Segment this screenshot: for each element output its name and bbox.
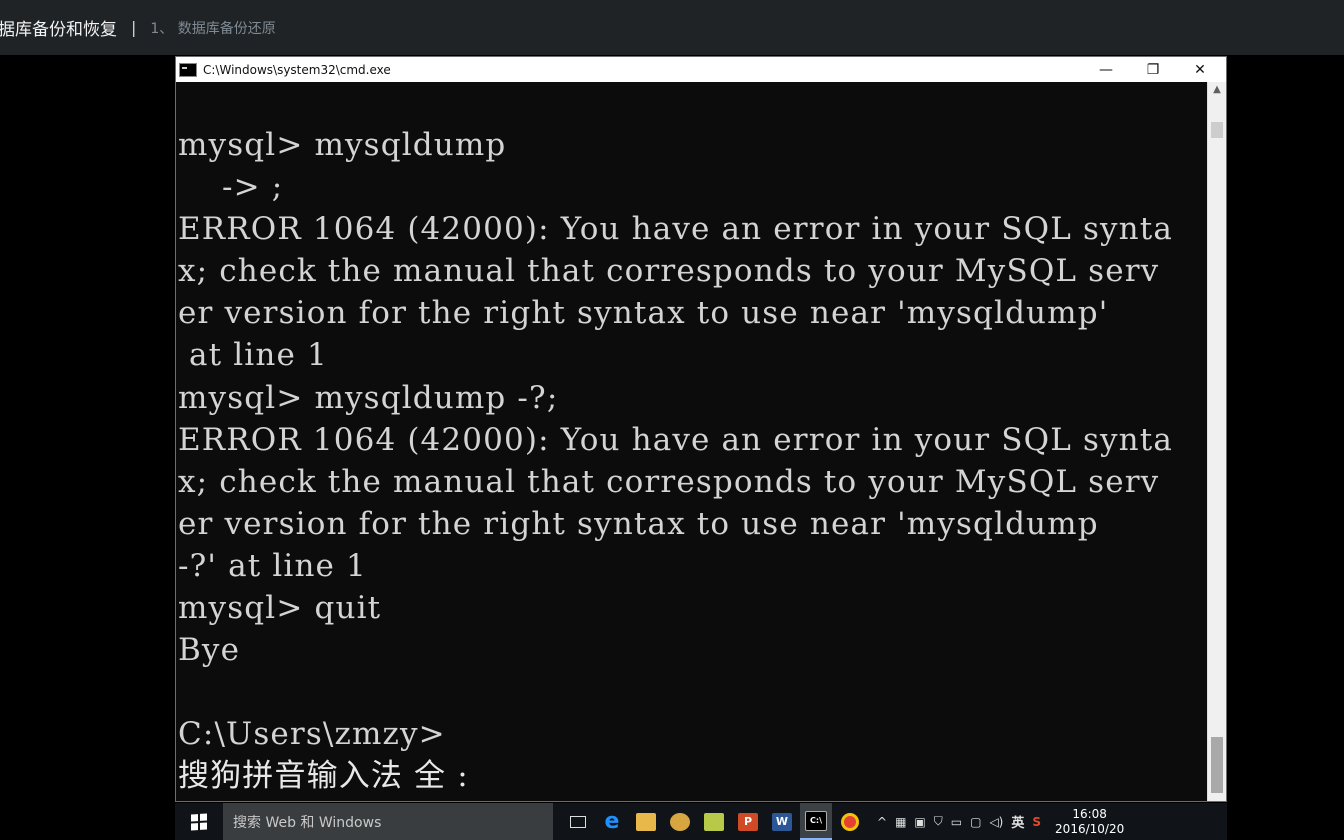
taskbar-apps: e P W C:\ [561, 803, 867, 840]
minimize-button[interactable]: — [1083, 57, 1129, 82]
ime-language-indicator[interactable]: 英 [1011, 812, 1024, 831]
console-line: ERROR 1064 (42000): You have an error in… [178, 211, 1174, 248]
battery-icon[interactable]: ▭ [951, 815, 962, 829]
tray-app-icon[interactable]: ▣ [914, 815, 925, 829]
volume-icon[interactable]: ◁) [989, 815, 1003, 829]
app-notes-icon[interactable] [698, 803, 730, 840]
console-prompt[interactable]: C:\Users\zmzy> [178, 713, 1208, 755]
start-button[interactable] [175, 803, 223, 840]
app-bird-icon[interactable] [664, 803, 696, 840]
window-titlebar[interactable]: C:\Windows\system32\cmd.exe — ❐ ✕ [176, 57, 1226, 82]
console-line: er version for the right syntax to use n… [178, 505, 1099, 542]
restore-button[interactable]: ❐ [1130, 57, 1176, 82]
title-separator: | [131, 18, 137, 37]
console-line: Bye [178, 632, 241, 669]
console-line: x; check the manual that corresponds to … [178, 463, 1160, 500]
window-title: C:\Windows\system32\cmd.exe [203, 62, 391, 77]
console-line: mysql> mysqldump [178, 127, 507, 163]
taskbar-clock[interactable]: 16:08 2016/10/20 [1055, 807, 1124, 837]
cmd-taskbar-icon[interactable]: C:\ [800, 803, 832, 840]
console-line: mysql> quit [178, 590, 382, 627]
course-title[interactable]: 据库备份和恢复 [0, 15, 117, 40]
course-header: 据库备份和恢复 | 1、 数据库备份还原 [0, 0, 1344, 55]
lesson-title[interactable]: 1、 数据库备份还原 [150, 18, 275, 38]
scroll-track [1211, 122, 1223, 138]
console-output[interactable]: mysql> mysqldump -> ; ERROR 1064 (42000)… [178, 82, 1208, 801]
sogou-icon[interactable]: S [1032, 815, 1041, 829]
console-line: -> ; [178, 169, 284, 206]
console-line: mysql> mysqldump -?; [178, 379, 559, 416]
console-line: at line 1 [178, 337, 328, 374]
console-line: er version for the right syntax to use n… [178, 295, 1109, 332]
word-icon[interactable]: W [766, 803, 798, 840]
windows-logo-icon [191, 812, 207, 831]
console-line: x; check the manual that corresponds to … [178, 253, 1160, 290]
edge-icon[interactable]: e [596, 803, 628, 840]
powerpoint-icon[interactable]: P [732, 803, 764, 840]
task-view-icon[interactable] [562, 803, 594, 840]
file-explorer-icon[interactable] [630, 803, 662, 840]
tray-expand-icon[interactable]: ^ [877, 815, 887, 829]
ime-status-line: 搜狗拼音输入法 全 : [178, 758, 469, 795]
console-line: ERROR 1064 (42000): You have an error in… [178, 421, 1174, 458]
clock-date: 2016/10/20 [1055, 821, 1125, 836]
close-button[interactable]: ✕ [1177, 57, 1223, 82]
taskbar-search-box[interactable]: 搜索 Web 和 Windows [223, 803, 553, 840]
cmd-window[interactable]: C:\Windows\system32\cmd.exe — ❐ ✕ mysql>… [175, 56, 1227, 802]
cmd-icon [179, 62, 197, 77]
scroll-up-arrow-icon[interactable]: ▲ [1208, 84, 1226, 100]
network-icon[interactable]: ▢ [970, 815, 981, 829]
console-lines: mysql> mysqldump -> ; ERROR 1064 (42000)… [178, 82, 1208, 798]
vertical-scrollbar[interactable]: ▲ [1207, 82, 1226, 801]
search-placeholder: 搜索 Web 和 Windows [233, 814, 382, 831]
system-tray: ^ ▦ ▣ ⛉ ▭ ▢ ◁) 英 S [873, 812, 1045, 831]
shield-icon[interactable]: ⛉ [934, 814, 943, 829]
scroll-thumb[interactable] [1211, 737, 1223, 793]
tray-app-icon[interactable]: ▦ [895, 815, 906, 829]
chrome-icon[interactable] [834, 803, 866, 840]
windows-taskbar: 搜索 Web 和 Windows e P W C:\ ^ ▦ ▣ ⛉ ▭ ▢ ◁… [175, 803, 1227, 840]
console-line: -?' at line 1 [178, 547, 367, 584]
clock-time: 16:08 [1072, 806, 1107, 821]
